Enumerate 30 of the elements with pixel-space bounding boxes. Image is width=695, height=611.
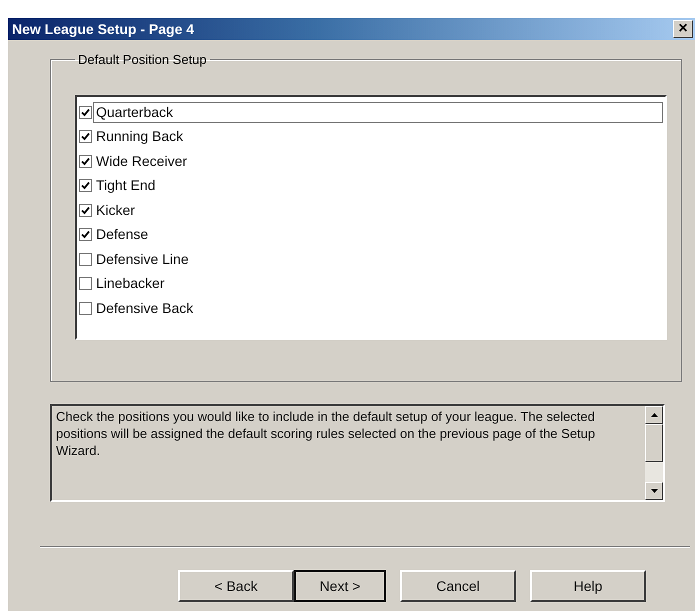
dialog-button[interactable]: Next > xyxy=(294,570,386,602)
window-title: New League Setup - Page 4 xyxy=(12,21,194,37)
checkbox[interactable] xyxy=(79,154,92,168)
dialog-button[interactable]: Help xyxy=(530,570,646,602)
checkbox[interactable] xyxy=(79,228,92,242)
dialog-button[interactable]: Cancel xyxy=(400,570,516,602)
position-label[interactable]: Defensive Line xyxy=(93,248,192,270)
position-label[interactable]: Tight End xyxy=(93,175,158,196)
checkbox[interactable] xyxy=(79,106,92,119)
scrollbar[interactable] xyxy=(645,406,663,500)
checkbox[interactable] xyxy=(79,179,92,192)
position-label[interactable]: Defense xyxy=(93,224,152,246)
close-button[interactable]: × xyxy=(673,20,693,38)
checkbox[interactable] xyxy=(79,302,92,315)
scroll-down-icon[interactable] xyxy=(645,482,663,500)
dialog-button[interactable]: < Back xyxy=(178,570,294,602)
position-label[interactable]: Running Back xyxy=(93,126,186,148)
checkbox[interactable] xyxy=(79,204,92,217)
position-label[interactable]: Defensive Back xyxy=(93,298,196,319)
position-label[interactable]: Quarterback xyxy=(93,102,663,123)
group-label: Default Position Setup xyxy=(77,52,208,67)
checkbox[interactable] xyxy=(79,130,92,144)
description-text: Check the positions you would like to include in the default setup of your league. The selected positions will be assigned the default scoring rules selected on the previous page of the Setup Wizard. xyxy=(56,408,596,460)
scroll-thumb[interactable] xyxy=(645,424,663,462)
position-label[interactable]: Kicker xyxy=(93,200,138,221)
position-label[interactable]: Linebacker xyxy=(93,273,168,294)
position-label[interactable]: Wide Receiver xyxy=(93,150,190,172)
scroll-up-icon[interactable] xyxy=(645,406,663,424)
checkbox[interactable] xyxy=(79,252,92,266)
checkbox[interactable] xyxy=(79,277,92,290)
